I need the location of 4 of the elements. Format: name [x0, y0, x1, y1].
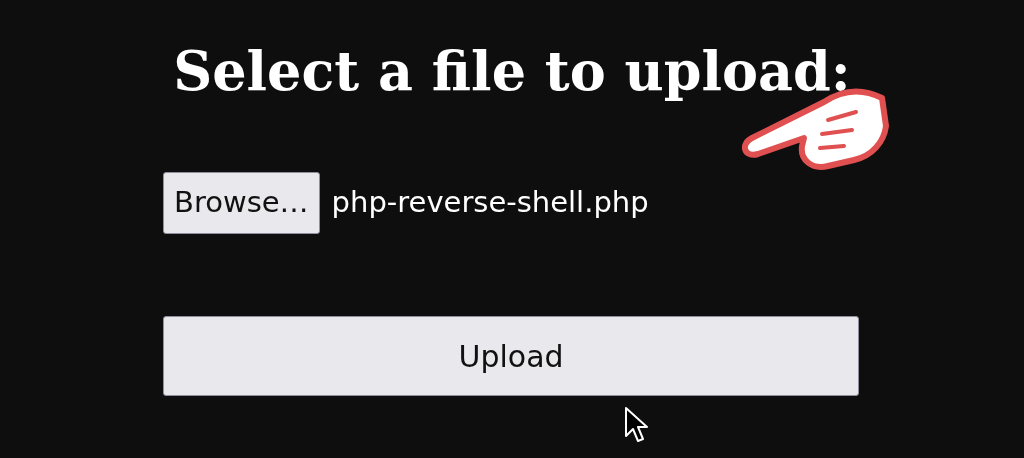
mouse-cursor-icon [624, 406, 648, 444]
browse-button[interactable]: Browse… [163, 172, 320, 234]
file-name: php-reverse-shell.php [331, 184, 649, 222]
upload-button[interactable]: Upload [163, 316, 859, 396]
